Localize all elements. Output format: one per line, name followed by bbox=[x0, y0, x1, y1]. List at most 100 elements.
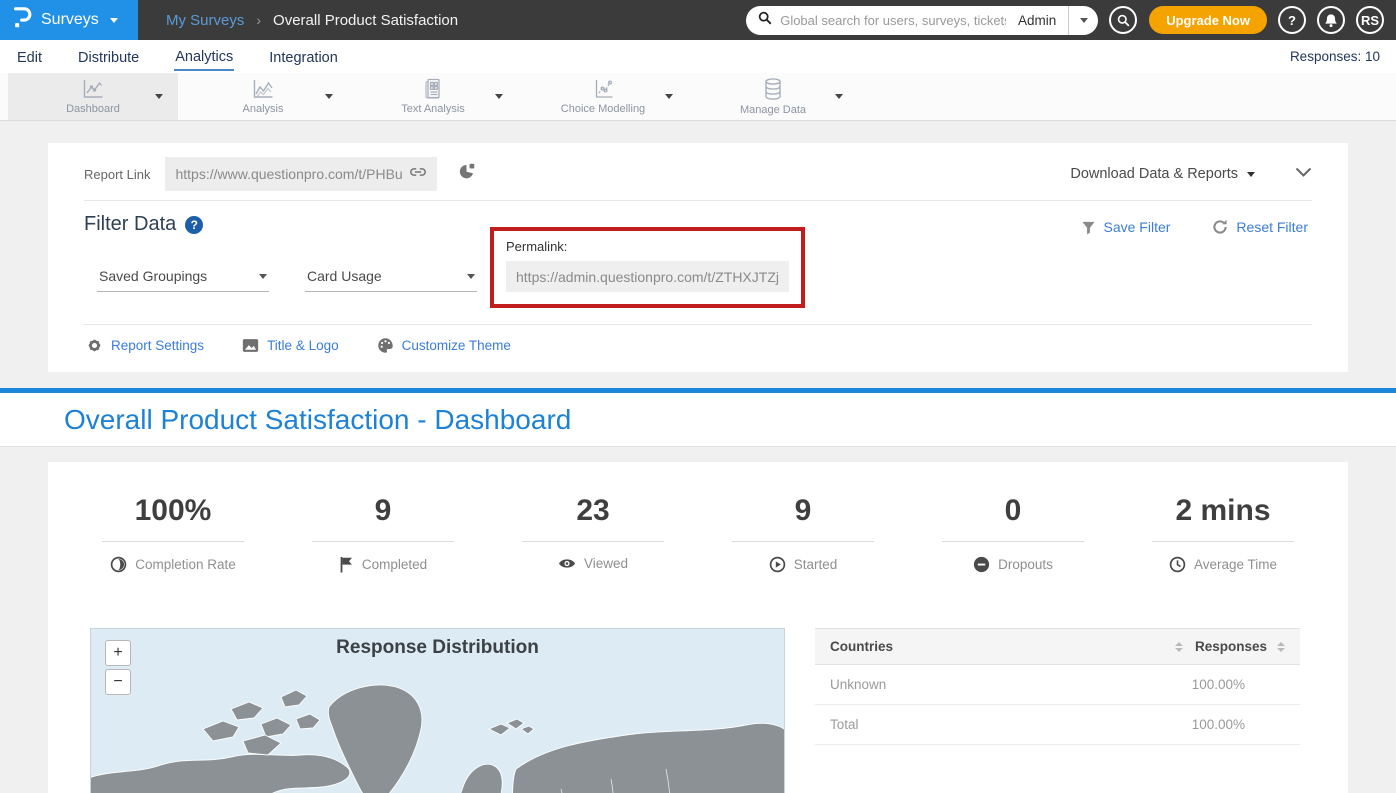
tab-label: Dashboard bbox=[66, 103, 120, 115]
divider bbox=[732, 541, 874, 542]
tab-dropdown-icon[interactable] bbox=[325, 94, 333, 99]
filter-data-title: Filter Data bbox=[84, 213, 176, 236]
permalink-input[interactable] bbox=[506, 261, 789, 292]
permalink-label: Permalink: bbox=[506, 239, 789, 254]
product-menu[interactable]: Surveys bbox=[0, 0, 138, 40]
search-input[interactable] bbox=[780, 13, 1006, 28]
tab-dropdown-icon[interactable] bbox=[155, 94, 163, 99]
column-countries[interactable]: Countries bbox=[830, 639, 893, 654]
report-settings-row: Report Settings Title & Logo Customize T… bbox=[86, 337, 511, 354]
minus-circle-icon bbox=[973, 556, 990, 573]
stat-completed: 9 Completed bbox=[278, 494, 488, 573]
tab-choice-modelling[interactable]: Choice Modelling bbox=[518, 73, 688, 120]
tab-dropdown-icon[interactable] bbox=[835, 94, 843, 99]
refresh-icon bbox=[1212, 219, 1228, 235]
tab-label: Choice Modelling bbox=[561, 103, 645, 115]
tab-dropdown-icon[interactable] bbox=[665, 94, 673, 99]
tab-dashboard[interactable]: Dashboard bbox=[8, 73, 178, 120]
chevron-down-icon bbox=[259, 274, 267, 279]
tab-text-analysis[interactable]: Text Analysis bbox=[348, 73, 518, 120]
stat-label: Dropouts bbox=[998, 557, 1053, 572]
card-usage-select[interactable]: Card Usage bbox=[305, 263, 477, 292]
divider bbox=[84, 324, 1312, 325]
document-grid-icon bbox=[421, 78, 445, 100]
customize-theme-link[interactable]: Customize Theme bbox=[377, 337, 511, 354]
database-icon bbox=[761, 77, 785, 101]
report-settings-link[interactable]: Report Settings bbox=[86, 337, 204, 354]
clock-icon bbox=[1169, 556, 1186, 573]
survey-nav: Edit Distribute Analytics Integration Re… bbox=[0, 40, 1396, 73]
chevron-down-icon bbox=[1247, 172, 1255, 177]
stat-value: 9 bbox=[375, 494, 392, 528]
stat-value: 9 bbox=[795, 494, 812, 528]
questionpro-app: Surveys My Surveys › Overall Product Sat… bbox=[0, 0, 1396, 793]
global-search: Admin bbox=[746, 6, 1098, 35]
report-settings-label: Report Settings bbox=[111, 338, 204, 353]
title-logo-label: Title & Logo bbox=[267, 338, 339, 353]
link-icon[interactable] bbox=[409, 165, 427, 184]
responses-cell: 100.00% bbox=[1192, 677, 1285, 692]
report-link-row: Report Link Download Data & Reports bbox=[84, 154, 1312, 194]
stat-value: 100% bbox=[135, 494, 212, 528]
search-scope-selector[interactable]: Admin bbox=[1006, 13, 1068, 28]
report-share-icon[interactable] bbox=[457, 162, 476, 186]
responses-cell: 100.00% bbox=[1192, 717, 1285, 732]
chevron-down-icon bbox=[110, 18, 118, 23]
chevron-down-icon bbox=[467, 274, 475, 279]
nav-analytics[interactable]: Analytics bbox=[174, 43, 234, 71]
report-link-input[interactable] bbox=[175, 166, 409, 182]
search-scope-dropdown[interactable] bbox=[1068, 6, 1098, 35]
stat-label: Viewed bbox=[584, 556, 628, 571]
help-button[interactable]: ? bbox=[1278, 6, 1306, 34]
reset-filter-label: Reset Filter bbox=[1236, 219, 1308, 235]
response-distribution-map[interactable]: Response Distribution + − bbox=[90, 628, 785, 793]
column-responses[interactable]: Responses bbox=[1195, 639, 1267, 654]
breadcrumb-my-surveys[interactable]: My Surveys bbox=[166, 12, 244, 29]
upgrade-now-button[interactable]: Upgrade Now bbox=[1149, 6, 1267, 34]
nav-edit[interactable]: Edit bbox=[16, 44, 43, 70]
breadcrumb-current-survey: Overall Product Satisfaction bbox=[273, 12, 458, 29]
notifications-button[interactable] bbox=[1317, 6, 1345, 34]
nav-integration[interactable]: Integration bbox=[268, 44, 339, 70]
title-logo-link[interactable]: Title & Logo bbox=[242, 337, 339, 354]
country-cell: Total bbox=[830, 717, 859, 732]
stat-completion-rate: 100% Completion Rate bbox=[68, 494, 278, 573]
stat-label: Average Time bbox=[1194, 557, 1277, 572]
gear-icon bbox=[86, 337, 103, 354]
nav-distribute[interactable]: Distribute bbox=[77, 44, 140, 70]
map-title: Response Distribution bbox=[91, 637, 784, 659]
country-cell: Unknown bbox=[830, 677, 886, 692]
map-zoom-in-button[interactable]: + bbox=[105, 640, 131, 666]
questionpro-logo-icon bbox=[13, 6, 32, 34]
countries-table: Countries Responses Unknown 100.00% Tota… bbox=[815, 628, 1300, 745]
page-title: Overall Product Satisfaction - Dashboard bbox=[64, 404, 571, 436]
search-button[interactable] bbox=[1109, 6, 1137, 34]
countries-table-header: Countries Responses bbox=[815, 628, 1300, 665]
tab-analysis[interactable]: Analysis bbox=[178, 73, 348, 120]
search-icon bbox=[758, 11, 772, 30]
sort-responses-icon[interactable] bbox=[1277, 642, 1285, 652]
tab-dropdown-icon[interactable] bbox=[495, 94, 503, 99]
saved-groupings-value: Saved Groupings bbox=[99, 268, 207, 284]
tab-label: Text Analysis bbox=[401, 103, 465, 115]
download-data-reports-menu[interactable]: Download Data & Reports bbox=[1070, 166, 1255, 182]
sort-countries-icon[interactable] bbox=[1175, 642, 1183, 652]
top-header: Surveys My Surveys › Overall Product Sat… bbox=[0, 0, 1396, 40]
eye-icon bbox=[558, 557, 576, 570]
tab-manage-data[interactable]: Manage Data bbox=[688, 73, 858, 120]
reset-filter-button[interactable]: Reset Filter bbox=[1212, 219, 1308, 235]
saved-groupings-select[interactable]: Saved Groupings bbox=[97, 263, 269, 292]
collapse-panel-chevron[interactable] bbox=[1295, 165, 1312, 183]
report-link-field bbox=[165, 157, 437, 191]
dashboard-panel: 100% Completion Rate 9 Completed 23 bbox=[48, 462, 1348, 793]
card-usage-value: Card Usage bbox=[307, 268, 382, 284]
filter-help-icon[interactable]: ? bbox=[185, 216, 203, 234]
stat-value: 23 bbox=[576, 494, 609, 528]
download-label: Download Data & Reports bbox=[1070, 166, 1238, 182]
map-zoom-out-button[interactable]: − bbox=[105, 669, 131, 695]
save-filter-button[interactable]: Save Filter bbox=[1081, 219, 1171, 235]
table-row: Total 100.00% bbox=[815, 705, 1300, 745]
analytics-toolbar: Dashboard Analysis Text Analysis Choice … bbox=[0, 73, 1396, 121]
user-avatar[interactable]: RS bbox=[1356, 6, 1384, 34]
palette-icon bbox=[377, 337, 394, 354]
